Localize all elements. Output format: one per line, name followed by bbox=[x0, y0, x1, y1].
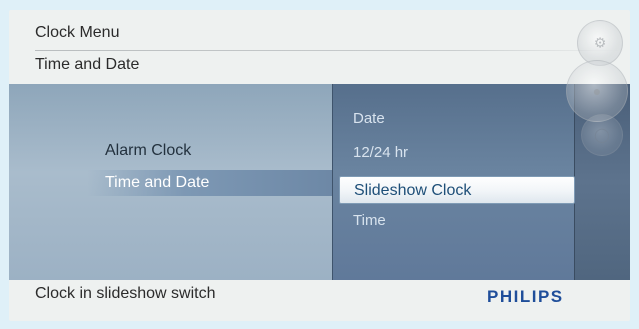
nav-knob-icon[interactable]: ◯ bbox=[581, 114, 623, 156]
settings-knob-glyph: ⚙ bbox=[593, 34, 607, 51]
submenu-item-slideshow-clock[interactable]: Slideshow Clock bbox=[339, 176, 575, 204]
frame-display-screen: Clock Menu Time and Date Alarm Clock Tim… bbox=[9, 10, 630, 321]
left-menu-item-alarm-clock[interactable]: Alarm Clock bbox=[105, 142, 191, 160]
header-divider bbox=[35, 50, 625, 51]
settings-knob-icon[interactable]: ⚙ bbox=[577, 20, 623, 66]
menu-knob-glyph: ● bbox=[592, 83, 602, 99]
menu-panel: Alarm Clock Time and Date Date 12/24 hr … bbox=[9, 84, 630, 280]
submenu-item-12-24-hr[interactable]: 12/24 hr bbox=[353, 144, 408, 161]
brand-logo: PHILIPS bbox=[487, 287, 564, 306]
breadcrumb: Time and Date bbox=[35, 56, 140, 73]
submenu-item-date[interactable]: Date bbox=[353, 110, 385, 127]
nav-knob-glyph: ◯ bbox=[594, 126, 610, 143]
left-menu-item-time-and-date[interactable]: Time and Date bbox=[87, 170, 332, 196]
submenu-item-time[interactable]: Time bbox=[353, 212, 386, 229]
status-description: Clock in slideshow switch bbox=[35, 285, 216, 302]
page-title: Clock Menu bbox=[35, 24, 120, 41]
menu-knob-icon[interactable]: ● bbox=[566, 60, 628, 122]
